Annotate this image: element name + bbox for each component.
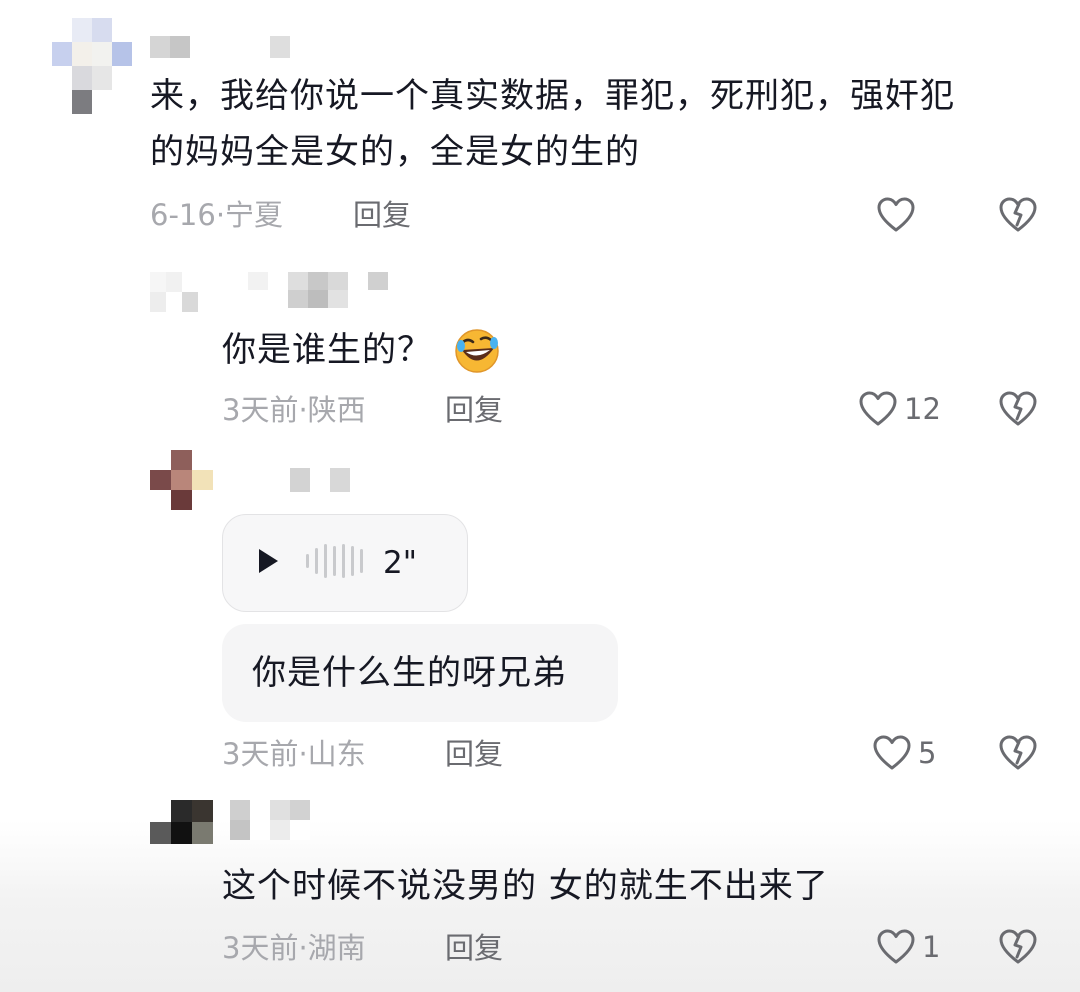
comment-text-line: 这个时候不说没男的 女的就生不出来了 bbox=[222, 866, 829, 906]
reply-button[interactable]: 回复 bbox=[445, 390, 503, 430]
avatar[interactable] bbox=[150, 450, 214, 510]
comment-location: 宁夏 bbox=[225, 198, 284, 232]
dislike-button[interactable] bbox=[998, 390, 1038, 428]
meta-separator: · bbox=[298, 931, 308, 965]
rolling-on-floor-laughing-icon bbox=[454, 328, 500, 378]
username-blurred[interactable] bbox=[230, 800, 310, 840]
like-button[interactable] bbox=[876, 196, 922, 234]
dislike-button[interactable] bbox=[998, 734, 1038, 772]
dislike-button[interactable] bbox=[998, 196, 1038, 234]
comment-meta: 3天前·陕西 bbox=[222, 390, 366, 430]
reply-button[interactable]: 回复 bbox=[353, 195, 411, 235]
broken-heart-icon bbox=[998, 390, 1038, 428]
comment-date: 6-16 bbox=[150, 198, 216, 232]
username-blurred[interactable] bbox=[248, 272, 390, 308]
comment-text: 来，我给你说一个真实数据，罪犯，死刑犯，强奸犯 的妈妈全是女的，全是女的生的 bbox=[150, 68, 1050, 180]
comment-location: 陕西 bbox=[307, 393, 366, 427]
like-button[interactable]: 1 bbox=[876, 928, 940, 966]
username-blurred[interactable] bbox=[250, 468, 350, 492]
waveform-icon bbox=[305, 541, 369, 585]
comment-meta: 6-16·宁夏 bbox=[150, 195, 283, 235]
comment-text-line: 你是什么生的呀兄弟 bbox=[252, 653, 567, 693]
comment-text: 你是谁生的？ bbox=[222, 322, 432, 378]
comment-date: 3天前 bbox=[222, 737, 299, 771]
like-button[interactable]: 12 bbox=[858, 390, 941, 428]
comment-text-line: 来，我给你说一个真实数据，罪犯，死刑犯，强奸犯 bbox=[150, 76, 955, 116]
avatar[interactable] bbox=[150, 800, 214, 844]
like-count: 1 bbox=[922, 930, 941, 964]
dislike-button[interactable] bbox=[998, 928, 1038, 966]
like-count: 5 bbox=[918, 736, 937, 770]
avatar[interactable] bbox=[52, 18, 132, 114]
comment-meta: 3天前·山东 bbox=[222, 734, 366, 774]
broken-heart-icon bbox=[998, 196, 1038, 234]
meta-separator: · bbox=[298, 393, 308, 427]
meta-separator: · bbox=[298, 737, 308, 771]
comment-meta: 3天前·湖南 bbox=[222, 928, 366, 968]
comment-location: 湖南 bbox=[307, 931, 366, 965]
broken-heart-icon bbox=[998, 734, 1038, 772]
like-count: 12 bbox=[904, 392, 941, 426]
heart-outline-icon bbox=[858, 390, 898, 428]
comment-date: 3天前 bbox=[222, 931, 299, 965]
comment-text-bubble: 你是什么生的呀兄弟 bbox=[222, 624, 618, 722]
meta-separator: · bbox=[215, 198, 226, 232]
comment-text-line: 你是谁生的？ bbox=[222, 330, 432, 370]
username-blurred[interactable] bbox=[150, 36, 290, 58]
comment-text: 这个时候不说没男的 女的就生不出来了 bbox=[222, 858, 829, 914]
comment-thread: 来，我给你说一个真实数据，罪犯，死刑犯，强奸犯 的妈妈全是女的，全是女的生的 6… bbox=[0, 0, 1080, 992]
avatar[interactable] bbox=[150, 272, 214, 312]
like-button[interactable]: 5 bbox=[872, 734, 936, 772]
play-icon[interactable] bbox=[257, 548, 279, 578]
heart-outline-icon bbox=[876, 928, 916, 966]
comment-text-line: 的妈妈全是女的，全是女的生的 bbox=[150, 132, 640, 172]
heart-outline-icon bbox=[872, 734, 912, 772]
reply-button[interactable]: 回复 bbox=[445, 928, 503, 968]
comment-date: 3天前 bbox=[222, 393, 299, 427]
broken-heart-icon bbox=[998, 928, 1038, 966]
reply-button[interactable]: 回复 bbox=[445, 734, 503, 774]
voice-message[interactable]: 2" bbox=[222, 514, 468, 612]
heart-outline-icon bbox=[876, 196, 916, 234]
comment-location: 山东 bbox=[307, 737, 366, 771]
voice-duration: 2" bbox=[383, 545, 417, 581]
